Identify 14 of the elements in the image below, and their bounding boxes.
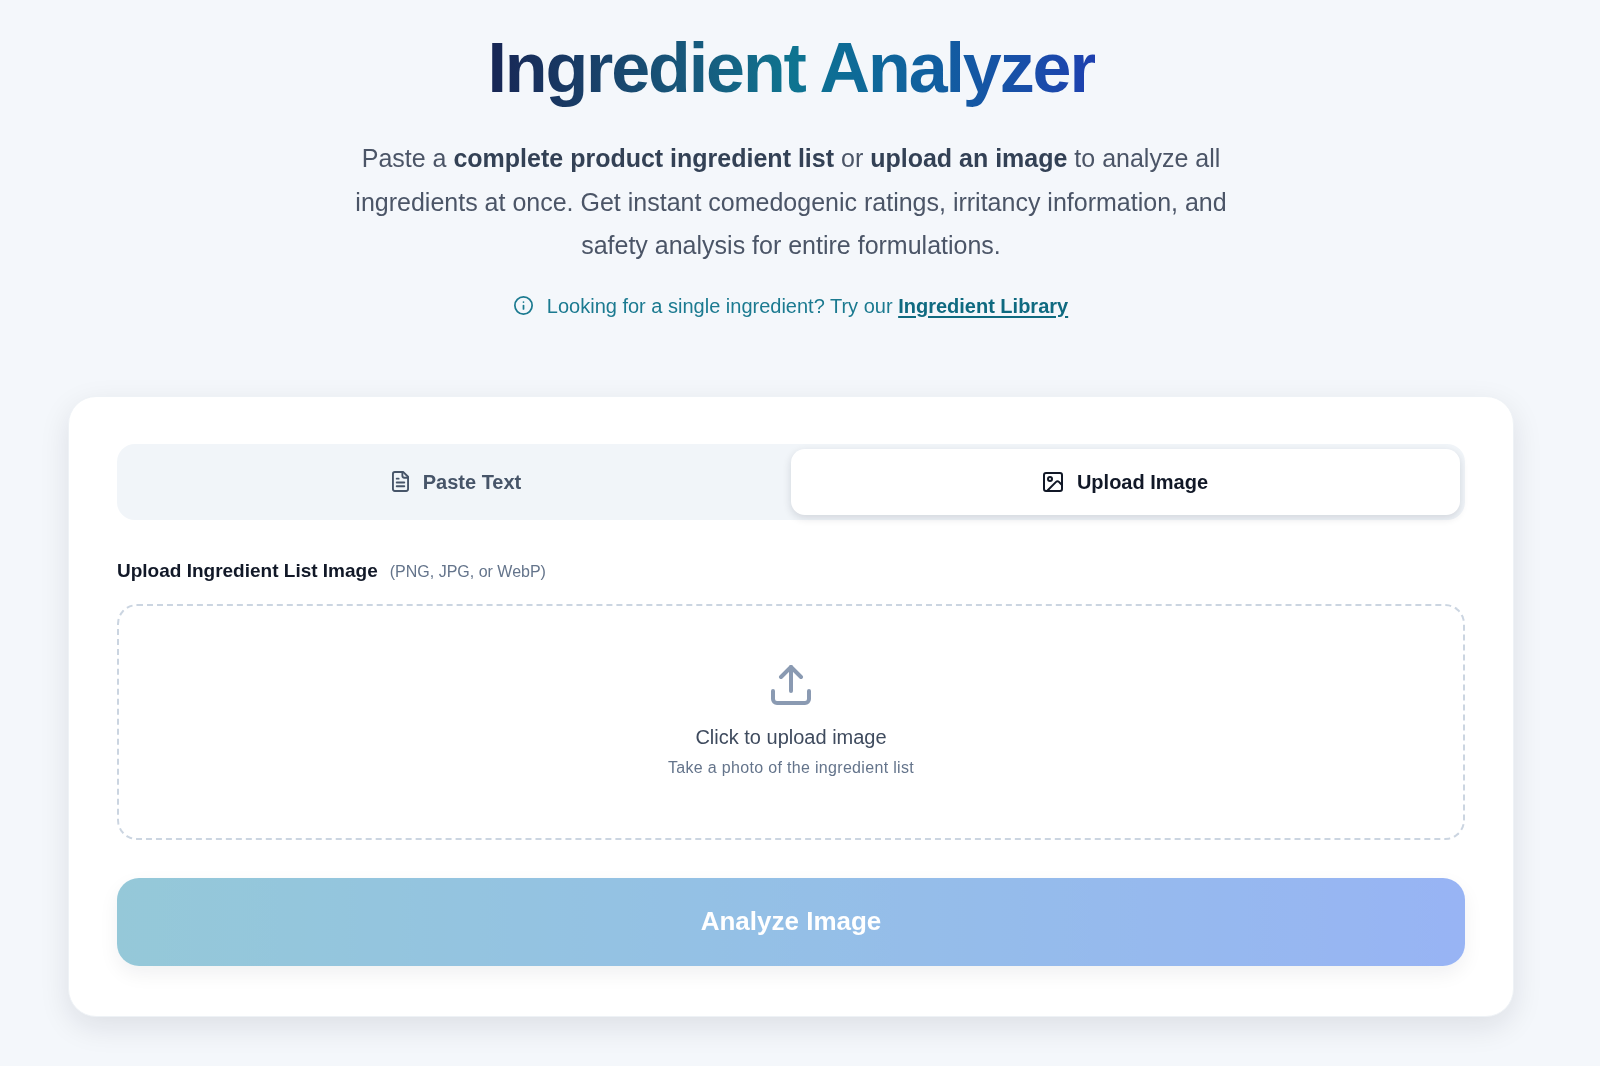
intro-paragraph: Paste a complete product ingredient list or upload an image to analyze all ingredients at once. Get instant comedogenic ratings, irritancy information, and safety analysis for entire formulations.	[354, 143, 1228, 261]
picture-icon	[1042, 471, 1063, 492]
upload-label: Upload Ingredient List Image	[117, 558, 378, 583]
tab[interactable]: Upload Image	[791, 448, 1460, 515]
tab[interactable]: Paste Text	[122, 448, 791, 515]
upload-prompt: Click to upload image	[695, 724, 887, 750]
ingredient-library-link[interactable]: Ingredient Library	[898, 294, 1069, 317]
hint-text: Looking for a single ingredient? Try our Ingredient Library	[546, 293, 1069, 319]
document-icon	[391, 471, 409, 492]
info-icon	[513, 296, 533, 315]
upload-subprompt: Take a photo of the ingredient list	[668, 757, 914, 778]
formats-note: (PNG, JPG, or WebP)	[389, 561, 546, 582]
upload-icon	[771, 664, 811, 705]
upload-dropzone[interactable]: Click to upload image Take a photo of the ingredient list	[117, 603, 1465, 840]
